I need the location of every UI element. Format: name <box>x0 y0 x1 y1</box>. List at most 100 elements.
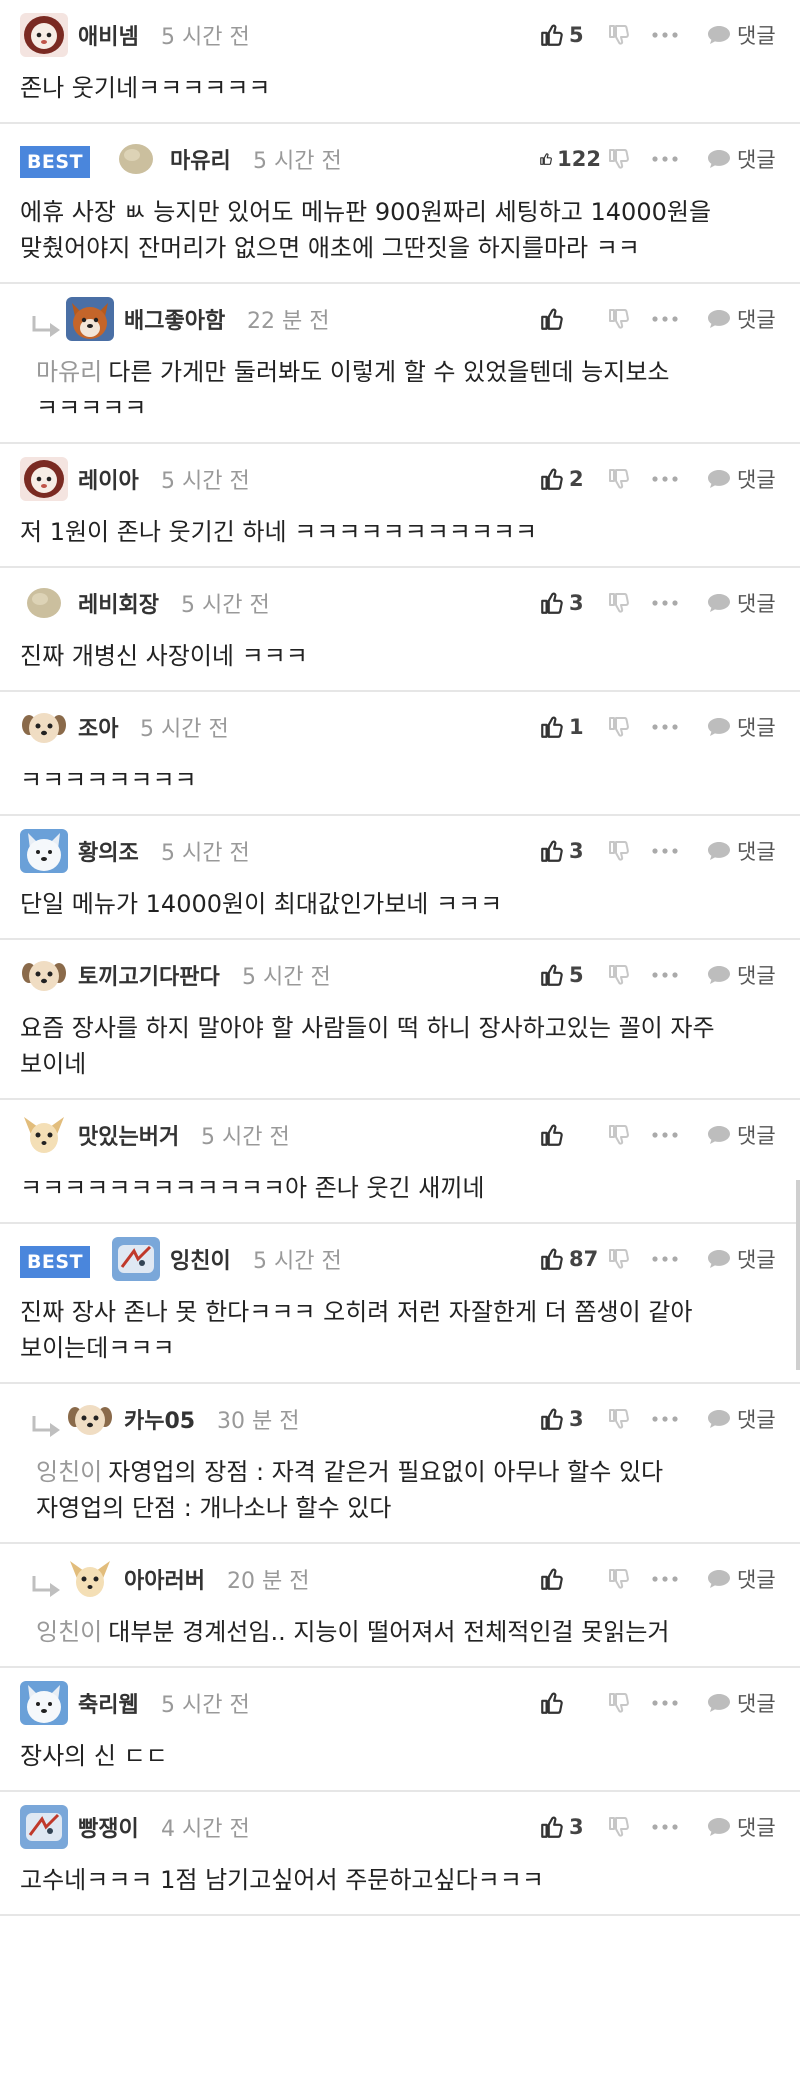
more-options-icon[interactable] <box>651 142 685 176</box>
reply-label: 댓글 <box>737 308 776 332</box>
reply-button[interactable]: 댓글 <box>707 1118 776 1152</box>
dislike-button[interactable] <box>607 1562 635 1596</box>
reply-button[interactable]: 댓글 <box>707 1686 776 1720</box>
reply-button[interactable]: 댓글 <box>707 18 776 52</box>
dislike-button[interactable] <box>607 710 635 744</box>
dislike-button[interactable] <box>607 1402 635 1436</box>
reply-button[interactable]: 댓글 <box>707 302 776 336</box>
reply-button[interactable]: 댓글 <box>707 586 776 620</box>
more-options-icon[interactable] <box>651 1402 685 1436</box>
reply-button[interactable]: 댓글 <box>707 462 776 496</box>
dislike-button[interactable] <box>607 302 635 336</box>
mention-name[interactable]: 잉친이 <box>36 1458 102 1486</box>
avatar[interactable] <box>20 705 68 749</box>
author-name[interactable]: 맛있는버거 <box>78 1119 179 1151</box>
reply-label: 댓글 <box>737 964 776 988</box>
reply-button[interactable]: 댓글 <box>707 1402 776 1436</box>
avatar[interactable] <box>112 137 160 181</box>
author-name[interactable]: 토끼고기다판다 <box>78 959 220 991</box>
dislike-button[interactable] <box>607 1686 635 1720</box>
scrollbar[interactable] <box>796 1180 800 1370</box>
author-name[interactable]: 아아러버 <box>124 1563 205 1595</box>
avatar[interactable] <box>66 1557 114 1601</box>
comment-header: 레비회장 5 시간 전 3 댓글 <box>0 568 800 638</box>
reply-button[interactable]: 댓글 <box>707 834 776 868</box>
like-button[interactable]: 122 <box>539 142 601 176</box>
author-name[interactable]: 빵쟁이 <box>78 1811 139 1843</box>
avatar[interactable] <box>20 1805 68 1849</box>
avatar[interactable] <box>20 1681 68 1725</box>
avatar[interactable] <box>66 297 114 341</box>
reply-button[interactable]: 댓글 <box>707 1810 776 1844</box>
more-options-icon[interactable] <box>651 1242 685 1276</box>
like-button[interactable] <box>539 1562 601 1596</box>
author-name[interactable]: 레이아 <box>78 463 139 495</box>
more-options-icon[interactable] <box>651 462 685 496</box>
avatar[interactable] <box>112 1237 160 1281</box>
author-name[interactable]: 축리웹 <box>78 1687 139 1719</box>
reply-button[interactable]: 댓글 <box>707 1242 776 1276</box>
reply-button[interactable]: 댓글 <box>707 958 776 992</box>
like-button[interactable]: 5 <box>539 958 601 992</box>
like-button[interactable]: 2 <box>539 462 601 496</box>
like-button[interactable]: 1 <box>539 710 601 744</box>
dislike-button[interactable] <box>607 1242 635 1276</box>
avatar[interactable] <box>20 13 68 57</box>
dislike-button[interactable] <box>607 834 635 868</box>
dislike-button[interactable] <box>607 586 635 620</box>
author-name[interactable]: 애비넴 <box>78 19 139 51</box>
more-options-icon[interactable] <box>651 834 685 868</box>
comment-body: 다른 가게만 둘러봐도 이렇게 할 수 있었을텐데 능지보소 ㅋㅋㅋㅋㅋ <box>36 358 678 422</box>
more-options-icon[interactable] <box>651 586 685 620</box>
like-button[interactable]: 3 <box>539 1810 601 1844</box>
author-name[interactable]: 조아 <box>78 711 118 743</box>
comment-time: 5 시간 전 <box>201 1125 290 1150</box>
author-name[interactable]: 레비회장 <box>78 587 159 619</box>
reply-button[interactable]: 댓글 <box>707 142 776 176</box>
comment-item: BEST 마유리 5 시간 전 122 댓글 에휴 사장 ㅄ 능지만 있어도 메뉴판 90… <box>0 124 800 284</box>
comment-header: 황의조 5 시간 전 3 댓글 <box>0 816 800 886</box>
dislike-button[interactable] <box>607 142 635 176</box>
avatar[interactable] <box>20 457 68 501</box>
author-name[interactable]: 카누05 <box>124 1403 195 1435</box>
avatar[interactable] <box>20 1113 68 1157</box>
like-button[interactable] <box>539 1686 601 1720</box>
more-options-icon[interactable] <box>651 1118 685 1152</box>
more-options-icon[interactable] <box>651 958 685 992</box>
dislike-button[interactable] <box>607 958 635 992</box>
comment-time: 5 시간 전 <box>253 149 342 174</box>
like-button[interactable]: 3 <box>539 1402 601 1436</box>
reply-button[interactable]: 댓글 <box>707 1562 776 1596</box>
avatar[interactable] <box>20 829 68 873</box>
like-button[interactable] <box>539 302 601 336</box>
comment-actions: 댓글 <box>539 302 784 336</box>
like-button[interactable] <box>539 1118 601 1152</box>
more-options-icon[interactable] <box>651 302 685 336</box>
dislike-button[interactable] <box>607 462 635 496</box>
avatar[interactable] <box>66 1397 114 1441</box>
like-button[interactable]: 87 <box>539 1242 601 1276</box>
best-badge: BEST <box>20 1246 90 1278</box>
avatar[interactable] <box>20 581 68 625</box>
mention-name[interactable]: 잉친이 <box>36 1618 102 1646</box>
author-name[interactable]: 잉친이 <box>170 1243 231 1275</box>
dislike-button[interactable] <box>607 1118 635 1152</box>
reply-button[interactable]: 댓글 <box>707 710 776 744</box>
avatar[interactable] <box>20 953 68 997</box>
author-name[interactable]: 배그좋아함 <box>124 303 225 335</box>
author-name[interactable]: 마유리 <box>170 143 231 175</box>
more-options-icon[interactable] <box>651 1562 685 1596</box>
like-button[interactable]: 3 <box>539 834 601 868</box>
author-name[interactable]: 황의조 <box>78 835 139 867</box>
mention-name[interactable]: 마유리 <box>36 358 102 386</box>
more-options-icon[interactable] <box>651 18 685 52</box>
more-options-icon[interactable] <box>651 710 685 744</box>
like-button[interactable]: 3 <box>539 586 601 620</box>
dislike-button[interactable] <box>607 1810 635 1844</box>
more-options-icon[interactable] <box>651 1686 685 1720</box>
reply-label: 댓글 <box>737 716 776 740</box>
dislike-button[interactable] <box>607 18 635 52</box>
more-options-icon[interactable] <box>651 1810 685 1844</box>
like-button[interactable]: 5 <box>539 18 601 52</box>
comment-item: 빵쟁이 4 시간 전 3 댓글 고수네ㅋㅋㅋ 1점 남기고싶어서 주문하고싶다ㅋㅋㅋ <box>0 1792 800 1916</box>
